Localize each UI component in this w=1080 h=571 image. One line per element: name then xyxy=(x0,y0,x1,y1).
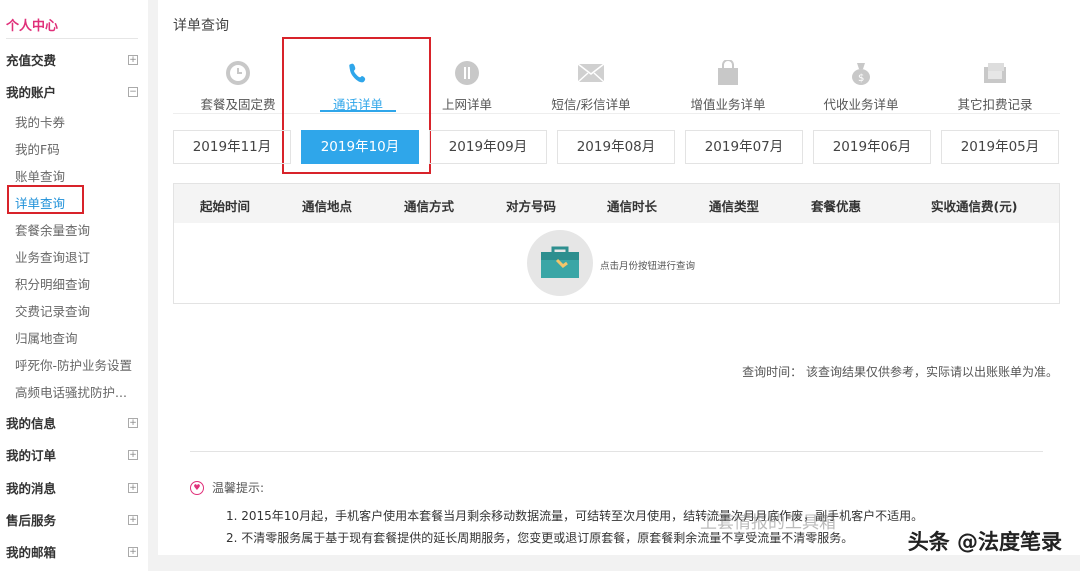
tab-label: 套餐及固定费 xyxy=(200,97,276,112)
sidebar-group-messages[interactable]: 我的消息 + xyxy=(6,478,138,497)
divider xyxy=(190,451,1043,452)
sidebar-item[interactable]: 套餐余量查询 xyxy=(15,220,90,239)
call-detail-table: 起始时间 通信地点 通信方式 对方号码 通信时长 通信类型 套餐优惠 实收通信费… xyxy=(173,183,1060,304)
tab-label: 短信/彩信详单 xyxy=(551,97,631,112)
column-header: 通信时长 xyxy=(607,199,658,214)
expand-icon[interactable]: + xyxy=(128,514,138,525)
divider xyxy=(6,38,138,39)
heart-icon: ♥ xyxy=(190,480,204,495)
column-header: 通信类型 xyxy=(709,199,760,214)
expand-icon[interactable]: + xyxy=(128,482,138,493)
collapse-icon[interactable]: − xyxy=(128,86,138,97)
column-header: 实收通信费(元) xyxy=(931,199,1018,214)
page-title: 详单查询 xyxy=(173,18,229,34)
mail-icon xyxy=(531,58,651,88)
column-header: 通信方式 xyxy=(404,199,455,214)
tab-label: 其它扣费记录 xyxy=(957,97,1033,112)
tab-label: 代收业务详单 xyxy=(823,97,899,112)
sidebar-group-mailbox[interactable]: 我的邮箱 + xyxy=(6,542,138,561)
sidebar-item[interactable]: 归属地查询 xyxy=(15,328,78,347)
month-button[interactable]: 2019年11月 xyxy=(173,130,291,164)
month-button[interactable]: 2019年07月 xyxy=(685,130,803,164)
sidebar-item[interactable]: 高频电话骚扰防护... xyxy=(15,382,127,401)
month-button[interactable]: 2019年05月 xyxy=(941,130,1059,164)
column-header: 通信地点 xyxy=(302,199,353,214)
sidebar-title: 个人中心 xyxy=(6,19,59,34)
month-button[interactable]: 2019年06月 xyxy=(813,130,931,164)
tab-package[interactable]: 套餐及固定费 xyxy=(178,58,298,113)
group-label: 我的消息 xyxy=(6,481,57,496)
tips-header: ♥ 温馨提示: xyxy=(190,479,264,496)
sidebar-item[interactable]: 交费记录查询 xyxy=(15,301,90,320)
column-header: 对方号码 xyxy=(506,199,557,214)
sidebar-group-recharge[interactable]: 充值交费 + xyxy=(6,50,138,69)
main-panel: 详单查询 套餐及固定费 通话详单 上网详单 短信/彩信详单 增值业务详单 $ 代收… xyxy=(158,0,1080,555)
sidebar-group-orders[interactable]: 我的订单 + xyxy=(6,445,138,464)
sidebar-item[interactable]: 呼死你-防护业务设置 xyxy=(15,355,132,374)
watermark: 头条 @法度笔录 xyxy=(907,530,1062,554)
month-button[interactable]: 2019年08月 xyxy=(557,130,675,164)
sidebar-item[interactable]: 账单查询 xyxy=(15,166,65,185)
tab-sms[interactable]: 短信/彩信详单 xyxy=(531,58,651,113)
column-header: 起始时间 xyxy=(200,199,251,214)
svg-text:$: $ xyxy=(858,73,864,84)
sidebar: 个人中心 充值交费 + 我的账户 − 我的卡券 我的F码 账单查询 详单查询 套餐余… xyxy=(0,0,148,571)
query-time-note: 查询时间： 该查询结果仅供参考，实际请以出账账单为准。 xyxy=(742,365,1058,379)
table-header: 起始时间 通信地点 通信方式 对方号码 通信时长 通信类型 套餐优惠 实收通信费… xyxy=(174,184,1059,223)
clock-icon xyxy=(178,58,298,88)
sidebar-item[interactable]: 积分明细查询 xyxy=(15,274,90,293)
tab-collection[interactable]: $ 代收业务详单 xyxy=(801,58,921,113)
receipt-icon xyxy=(935,58,1055,88)
sidebar-item[interactable]: 我的卡券 xyxy=(15,112,65,131)
watermark-secondary: 上套情报的工具箱 xyxy=(700,513,836,533)
expand-icon[interactable]: + xyxy=(128,546,138,557)
bag-icon xyxy=(668,58,788,88)
month-button-active[interactable]: 2019年10月 xyxy=(301,130,419,164)
tab-value-added[interactable]: 增值业务详单 xyxy=(668,58,788,113)
group-label: 我的邮箱 xyxy=(6,545,57,560)
highlight-box xyxy=(7,185,84,214)
group-label: 我的信息 xyxy=(6,416,57,431)
sidebar-item[interactable]: 我的F码 xyxy=(15,139,60,158)
expand-icon[interactable]: + xyxy=(128,54,138,65)
sidebar-group-account[interactable]: 我的账户 − xyxy=(6,82,138,101)
group-label: 我的订单 xyxy=(6,448,57,463)
money-bag-icon: $ xyxy=(801,58,921,88)
tab-label: 增值业务详单 xyxy=(690,97,766,112)
sidebar-group-service[interactable]: 售后服务 + xyxy=(6,510,138,529)
group-label: 售后服务 xyxy=(6,513,57,528)
sidebar-item[interactable]: 业务查询退订 xyxy=(15,247,90,266)
month-button[interactable]: 2019年09月 xyxy=(429,130,547,164)
tab-other[interactable]: 其它扣费记录 xyxy=(935,58,1055,113)
expand-icon[interactable]: + xyxy=(128,449,138,460)
sidebar-group-info[interactable]: 我的信息 + xyxy=(6,413,138,432)
column-header: 套餐优惠 xyxy=(811,199,862,214)
tips-title: 温馨提示: xyxy=(212,481,265,495)
toolbox-icon xyxy=(527,230,593,296)
empty-hint: 点击月份按钮进行查询 xyxy=(600,261,696,272)
group-label: 充值交费 xyxy=(6,53,57,68)
expand-icon[interactable]: + xyxy=(128,417,138,428)
group-label: 我的账户 xyxy=(6,85,57,100)
